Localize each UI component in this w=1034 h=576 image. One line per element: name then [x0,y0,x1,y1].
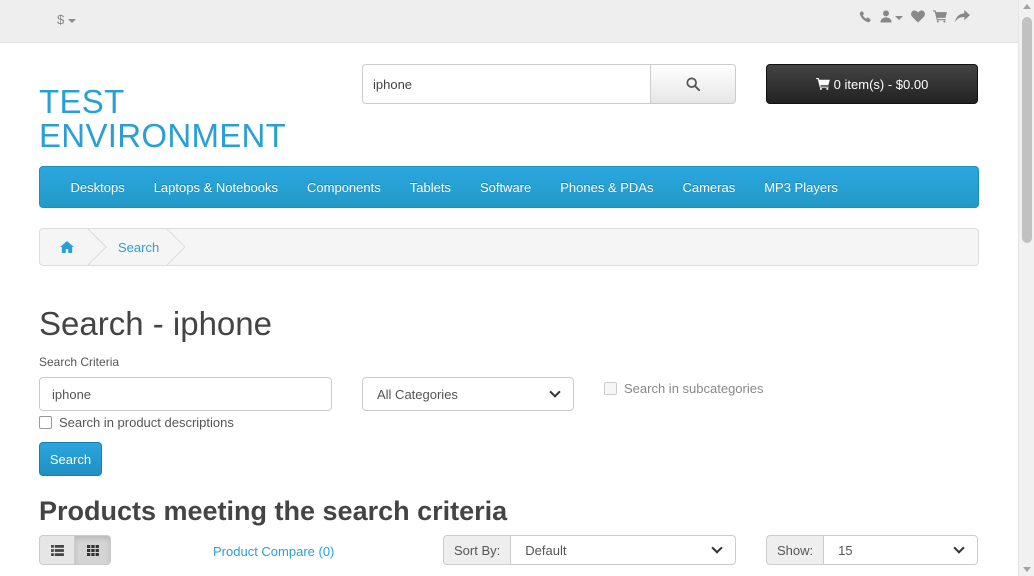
scroll-up-arrow-icon[interactable] [1023,4,1031,9]
logo-line-1: TEST [39,83,125,120]
header-search-button[interactable] [651,64,736,104]
products-heading: Products meeting the search criteria [39,496,508,526]
menu-item-desktops[interactable]: Desktops [56,180,139,195]
page-title: Search - iphone [39,305,272,342]
header-search-input[interactable] [362,64,652,104]
home-icon [60,241,74,253]
subcategories-checkbox[interactable] [604,382,617,395]
breadcrumb-item-search[interactable]: Search [110,240,173,255]
breadcrumb: Search [39,228,979,266]
search-icon [686,77,701,91]
descriptions-checkbox[interactable] [39,416,52,429]
list-view-button[interactable] [39,535,75,565]
search-criteria-input[interactable] [39,377,332,411]
main-menu: Desktops Laptops & Notebooks Components … [39,166,979,208]
list-icon [50,544,64,556]
share-icon[interactable] [955,10,970,23]
breadcrumb-separator [167,229,189,265]
descriptions-label: Search in product descriptions [59,415,234,430]
category-select-value: All Categories [377,386,458,402]
sort-control: Sort By: Default [443,535,736,565]
category-select[interactable]: All Categories [362,377,574,411]
subcategories-option: Search in subcategories [604,381,763,396]
top-links [859,10,970,23]
cart-total-label: 0 item(s) - $0.00 [833,76,929,92]
sort-select-value: Default [525,542,567,558]
caret-down-icon [895,15,903,20]
menu-item-phones-pdas[interactable]: Phones & PDAs [546,180,668,195]
vertical-scrollbar[interactable] [1018,0,1034,576]
currency-dropdown[interactable]: $ [57,12,77,27]
descriptions-option: Search in product descriptions [39,415,234,430]
search-criteria-label: Search Criteria [39,355,120,369]
breadcrumb-separator [88,229,110,265]
subcategories-label: Search in subcategories [624,381,764,396]
menu-item-mp3-players[interactable]: MP3 Players [750,180,853,195]
grid-icon [86,544,99,556]
top-bar: $ [0,0,1018,43]
scroll-down-arrow-icon[interactable] [1023,567,1031,572]
breadcrumb-home[interactable] [40,229,94,265]
chevron-down-icon [549,386,561,398]
menu-item-cameras[interactable]: Cameras [668,180,750,195]
show-label: Show: [766,535,825,565]
view-toggle-group [39,535,111,565]
heart-icon[interactable] [911,10,925,23]
shopping-cart-icon [815,78,830,90]
menu-item-components[interactable]: Components [293,180,396,195]
caret-down-icon [68,18,77,23]
shopping-cart-icon[interactable] [933,10,947,23]
chevron-down-icon [711,542,723,554]
sort-label: Sort By: [443,535,512,565]
menu-item-laptops-notebooks[interactable]: Laptops & Notebooks [139,180,292,195]
scroll-thumb[interactable] [1022,17,1032,243]
grid-view-button[interactable] [75,535,111,565]
product-compare-link[interactable]: Product Compare (0) [213,544,334,559]
cart-button[interactable]: 0 item(s) - $0.00 [766,64,978,104]
search-button[interactable]: Search [39,442,102,476]
menu-item-tablets[interactable]: Tablets [395,180,465,195]
show-limit-value: 15 [838,542,853,558]
user-icon [880,10,892,23]
menu-item-software[interactable]: Software [465,180,545,195]
logo-line-2: ENVIRONMENT [39,117,287,154]
currency-symbol: $ [57,12,65,27]
header-search [362,64,736,104]
store-logo[interactable]: TEST ENVIRONMENT [39,85,286,153]
chevron-down-icon [953,542,965,554]
user-account-dropdown[interactable] [880,10,903,23]
sort-select[interactable]: Default [511,535,736,565]
show-limit-select[interactable]: 15 [824,535,978,565]
phone-icon[interactable] [859,10,872,23]
show-limit-control: Show: 15 [766,535,978,565]
